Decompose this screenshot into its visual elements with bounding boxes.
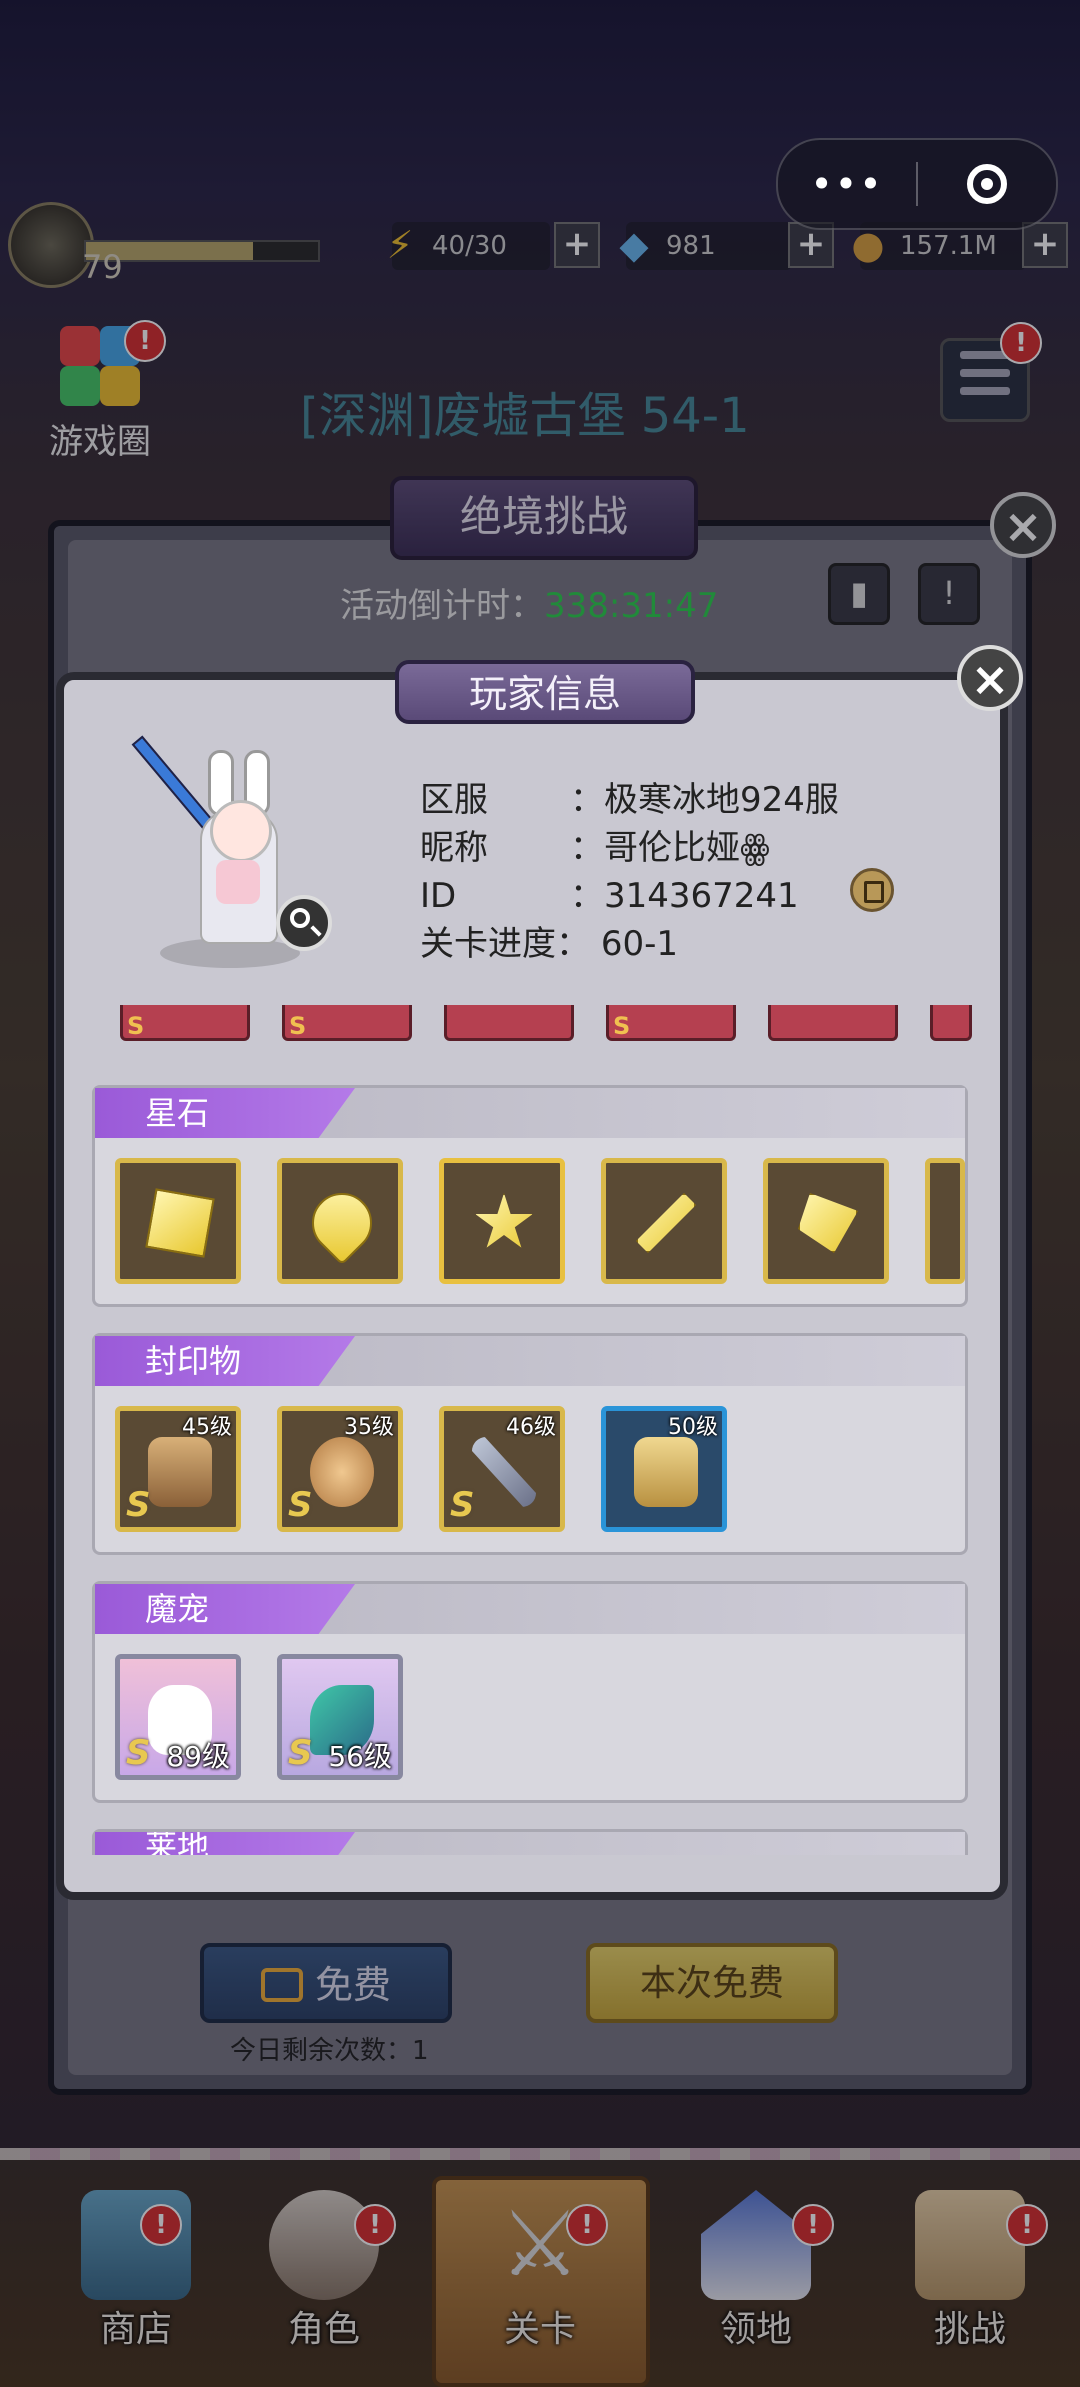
fork-knife-icon [472, 1437, 536, 1507]
seal-title: 封印物 [95, 1336, 355, 1386]
starstone-slot[interactable] [277, 1158, 403, 1284]
land-title: 莱地 [95, 1832, 355, 1855]
pet-section: 魔宠 S 89级 S 56级 [92, 1581, 968, 1803]
copy-id-icon[interactable] [850, 868, 894, 912]
nickname-key: 昵称 [420, 828, 488, 868]
player-info-close-button[interactable]: × [957, 645, 1023, 711]
player-avatar[interactable] [130, 730, 340, 970]
seal-item-level: 45级 [182, 1415, 232, 1440]
starstone-section: 星石 [92, 1085, 968, 1307]
heart-gem-icon [299, 1180, 385, 1266]
equipment-row-partial: S S S [92, 1005, 972, 1043]
id-row: ID ：314367241 [420, 868, 799, 917]
progress-value: 60-1 [600, 924, 678, 964]
seal-item[interactable]: 45级 S [115, 1406, 241, 1532]
starstone-title: 星石 [95, 1088, 355, 1138]
square-gem-icon [145, 1188, 215, 1258]
id-key: ID [420, 876, 457, 916]
seal-item-level: 46级 [506, 1415, 556, 1440]
starstone-slot[interactable] [439, 1158, 565, 1284]
nickname-value: ：哥伦比娅ꙮ [570, 828, 770, 868]
coin-icon [310, 1437, 374, 1507]
seal-section: 封印物 45级 S 35级 S 46级 S 50级 [92, 1333, 968, 1555]
miniprogram-capsule: ••• [776, 138, 1058, 230]
server-value: ：极寒冰地924服 [570, 780, 839, 820]
starstone-slot[interactable] [115, 1158, 241, 1284]
progress-key: 关卡进度： [420, 924, 590, 964]
starstone-slot[interactable] [601, 1158, 727, 1284]
seal-item[interactable]: 50级 [601, 1406, 727, 1532]
pet-item[interactable]: S 89级 [115, 1654, 241, 1780]
server-key: 区服 [420, 780, 488, 820]
starstone-slot[interactable] [925, 1158, 965, 1284]
seal-item[interactable]: 46级 S [439, 1406, 565, 1532]
target-icon [967, 164, 1007, 204]
pet-item-level: 89级 [166, 1740, 230, 1773]
progress-row: 关卡进度： 60-1 [420, 916, 678, 965]
id-value: ：314367241 [570, 876, 799, 916]
info-scroll-area[interactable]: S S S 星石 封印物 45级 S 35级 S 46级 S 50级 魔宠 S … [92, 1005, 972, 1855]
car-icon [634, 1437, 698, 1507]
shard-gem-icon [636, 1193, 696, 1253]
seal-item-level: 35级 [344, 1415, 394, 1440]
land-section-partial: 莱地 [92, 1829, 968, 1855]
server-row: 区服 ：极寒冰地924服 [420, 772, 839, 821]
puppet-icon [148, 1437, 212, 1507]
player-info-title: 玩家信息 [395, 660, 695, 724]
pet-item[interactable]: S 56级 [277, 1654, 403, 1780]
nickname-row: 昵称 ：哥伦比娅ꙮ [420, 820, 770, 869]
more-options-button[interactable]: ••• [778, 162, 916, 206]
drop-gem-icon [798, 1193, 858, 1253]
seal-item[interactable]: 35级 S [277, 1406, 403, 1532]
magnifier-icon[interactable] [276, 895, 332, 951]
seal-item-level: 50级 [668, 1415, 718, 1440]
pet-item-level: 56级 [328, 1740, 392, 1773]
star-gem-icon [475, 1193, 533, 1248]
pet-title: 魔宠 [95, 1584, 355, 1634]
starstone-slot[interactable] [763, 1158, 889, 1284]
close-miniprogram-button[interactable] [918, 164, 1056, 204]
